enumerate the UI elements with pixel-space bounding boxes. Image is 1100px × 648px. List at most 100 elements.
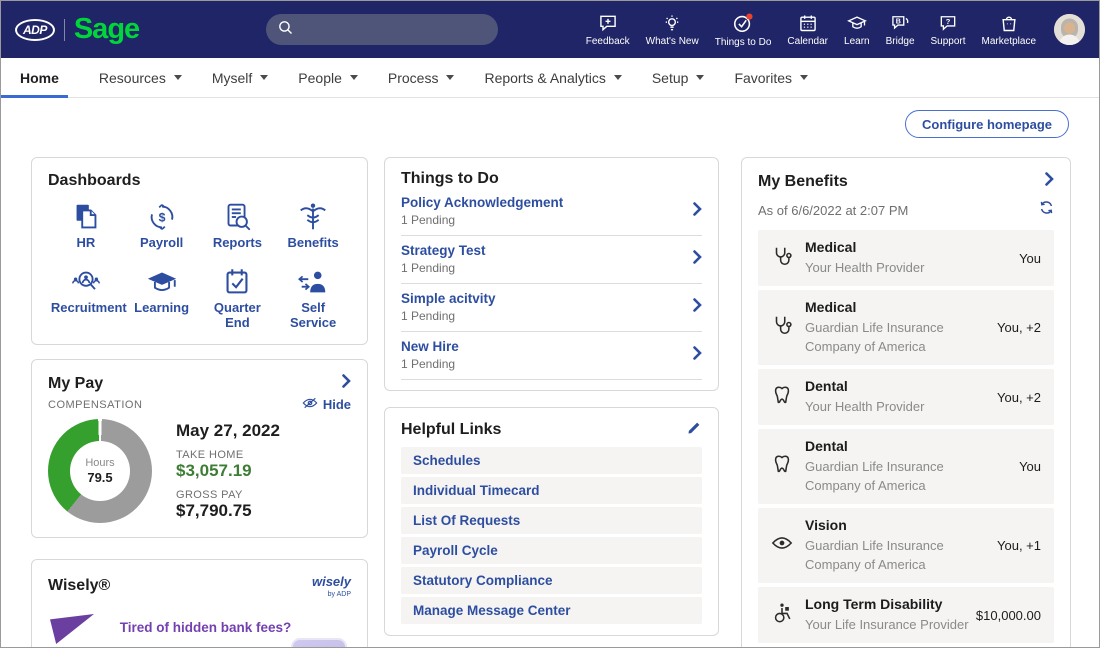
- chevron-right-icon: [693, 346, 702, 365]
- chevron-right-icon: [693, 202, 702, 221]
- dashboard-tile-self-service[interactable]: Self Service: [275, 265, 351, 331]
- report-magnifier-icon: [220, 200, 254, 234]
- edit-pencil-icon[interactable]: [687, 420, 702, 440]
- graduation-cap-icon: [846, 13, 868, 33]
- nav-tab-setup[interactable]: Setup: [652, 58, 705, 98]
- link-schedules[interactable]: Schedules: [401, 447, 702, 474]
- chevron-down-icon: [350, 75, 358, 80]
- wisely-triangle-graphic: [50, 614, 94, 644]
- nav-tab-resources[interactable]: Resources: [99, 58, 182, 98]
- dashboards-grid: HR $ Payroll: [48, 200, 351, 331]
- support-button[interactable]: ? Support: [923, 13, 974, 47]
- nav-tab-people[interactable]: People: [298, 58, 358, 98]
- coverage-label: You: [1019, 251, 1041, 266]
- svg-text:?: ?: [946, 16, 951, 25]
- chevron-down-icon: [174, 75, 182, 80]
- link-list-of-requests[interactable]: List Of Requests: [401, 507, 702, 534]
- chevron-right-icon[interactable]: [1045, 172, 1054, 191]
- nav-tab-reports-analytics[interactable]: Reports & Analytics: [484, 58, 621, 98]
- check-circle-icon: [732, 12, 754, 34]
- bridge-button[interactable]: B Bridge: [878, 13, 923, 47]
- person-arrows-icon: [296, 265, 330, 299]
- benefit-row-long-term-disability[interactable]: Long Term Disability Your Life Insurance…: [758, 587, 1054, 643]
- my-pay-title: My Pay: [48, 375, 103, 393]
- pay-date: May 27, 2022: [176, 421, 280, 441]
- wheelchair-icon: [771, 601, 805, 630]
- whats-new-button[interactable]: What's New: [638, 13, 707, 47]
- chevron-right-icon: [693, 250, 702, 269]
- todo-item-new-hire[interactable]: New Hire 1 Pending: [401, 332, 702, 380]
- coverage-label: $10,000.00: [976, 608, 1041, 623]
- benefits-list: Medical Your Health Provider You Medical…: [758, 230, 1054, 648]
- search-input[interactable]: [266, 14, 498, 45]
- benefit-row-dental-1[interactable]: Dental Your Health Provider You, +2: [758, 369, 1054, 425]
- dashboard-tile-hr[interactable]: HR: [48, 200, 124, 251]
- eye-off-icon: [302, 396, 318, 413]
- nav-tab-favorites[interactable]: Favorites: [734, 58, 808, 98]
- link-payroll-cycle[interactable]: Payroll Cycle: [401, 537, 702, 564]
- svg-text:$: $: [158, 210, 165, 224]
- coverage-label: You, +2: [997, 320, 1041, 335]
- todo-item-simple-activity[interactable]: Simple acitvity 1 Pending: [401, 284, 702, 332]
- dashboard-tile-payroll[interactable]: $ Payroll: [124, 200, 200, 251]
- dashboard-tile-learning[interactable]: Learning: [124, 265, 200, 331]
- feedback-bubble-plus-icon: [598, 13, 618, 33]
- calendar-button[interactable]: Calendar: [779, 13, 836, 47]
- dashboard-tile-recruitment[interactable]: Recruitment: [48, 265, 124, 331]
- refresh-icon[interactable]: [1039, 200, 1054, 220]
- calendar-check-icon: [220, 265, 254, 299]
- user-avatar[interactable]: [1054, 14, 1085, 45]
- todo-item-policy-acknowledgement[interactable]: Policy Acknowledgement 1 Pending: [401, 188, 702, 236]
- dashboard-tile-benefits[interactable]: Benefits: [275, 200, 351, 251]
- feedback-button[interactable]: Feedback: [578, 13, 638, 47]
- marketplace-button[interactable]: Marketplace: [974, 13, 1044, 47]
- shopping-bag-icon: [999, 13, 1019, 33]
- wisely-promo: Tired of hidden bank fees? Try Wisely, a…: [48, 610, 351, 648]
- hr-documents-icon: [69, 200, 103, 234]
- tooth-icon: [771, 452, 805, 481]
- svg-text:B: B: [896, 17, 901, 25]
- link-individual-timecard[interactable]: Individual Timecard: [401, 477, 702, 504]
- chevron-down-icon: [260, 75, 268, 80]
- things-to-do-card: Things to Do Policy Acknowledgement 1 Pe…: [384, 157, 719, 391]
- app-window: ADP Sage Feedback: [0, 0, 1100, 648]
- pay-summary: May 27, 2022 TAKE HOME $3,057.19 GROSS P…: [176, 421, 280, 521]
- calendar-icon: [798, 13, 818, 33]
- wisely-headline: Tired of hidden bank fees?: [108, 620, 303, 635]
- things-to-do-title: Things to Do: [401, 170, 702, 188]
- link-manage-message-center[interactable]: Manage Message Center: [401, 597, 702, 624]
- hide-compensation-button[interactable]: Hide: [302, 396, 351, 413]
- todo-item-strategy-test[interactable]: Strategy Test 1 Pending: [401, 236, 702, 284]
- lightbulb-icon: [662, 13, 682, 33]
- nav-tab-home[interactable]: Home: [1, 58, 59, 98]
- dashboards-title: Dashboards: [48, 172, 351, 190]
- chevron-down-icon: [614, 75, 622, 80]
- benefit-row-dental-2[interactable]: Dental Guardian Life Insurance Company o…: [758, 429, 1054, 504]
- my-benefits-title: My Benefits: [758, 173, 848, 191]
- dashboard-tile-quarter-end[interactable]: Quarter End: [200, 265, 276, 331]
- helpful-links-card: Helpful Links Schedules Individual Timec…: [384, 407, 719, 636]
- configure-homepage-button[interactable]: Configure homepage: [905, 110, 1069, 138]
- nav-tab-myself[interactable]: Myself: [212, 58, 268, 98]
- nav-tab-process[interactable]: Process: [388, 58, 455, 98]
- benefit-row-medical-2[interactable]: Medical Guardian Life Insurance Company …: [758, 290, 1054, 365]
- gross-pay-value: $7,790.75: [176, 501, 280, 521]
- wisely-card: Wisely® wisely by ADP Tired of hidden ba…: [31, 559, 368, 648]
- my-pay-card: My Pay COMPENSATION Hide: [31, 359, 368, 538]
- things-to-do-button[interactable]: Things to Do: [707, 12, 780, 48]
- notification-badge: [746, 13, 752, 19]
- link-statutory-compliance[interactable]: Statutory Compliance: [401, 567, 702, 594]
- tooth-icon: [771, 383, 805, 412]
- topbar-actions: Feedback What's New: [578, 1, 1093, 58]
- coverage-label: You, +2: [997, 390, 1041, 405]
- benefit-row-vision[interactable]: Vision Guardian Life Insurance Company o…: [758, 508, 1054, 583]
- search-icon: [277, 19, 294, 41]
- brand-separator: [64, 19, 65, 41]
- benefit-row-medical-1[interactable]: Medical Your Health Provider You: [758, 230, 1054, 286]
- chevron-right-icon[interactable]: [342, 374, 351, 393]
- wisely-phone-illustration: [291, 638, 347, 648]
- coverage-label: You, +1: [997, 538, 1041, 553]
- dashboard-tile-reports[interactable]: Reports: [200, 200, 276, 251]
- benefits-as-of: As of 6/6/2022 at 2:07 PM: [758, 203, 908, 218]
- learn-button[interactable]: Learn: [836, 13, 878, 47]
